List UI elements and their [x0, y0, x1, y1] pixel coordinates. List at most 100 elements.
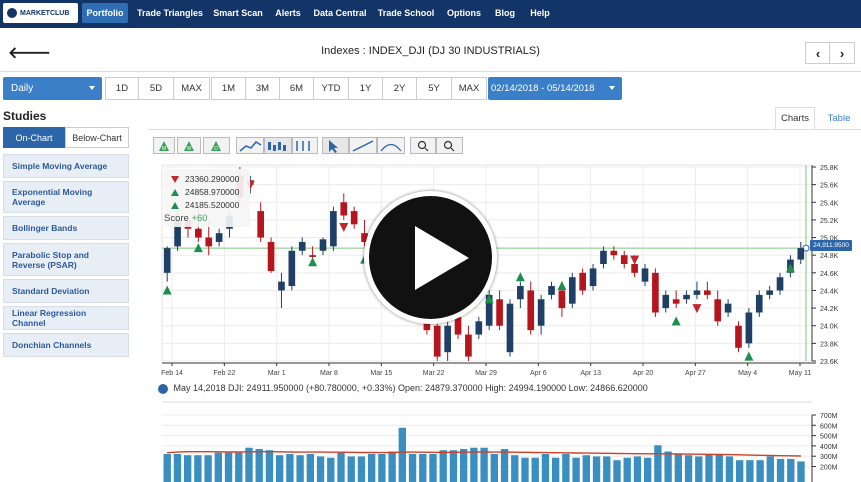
volume-bar: [735, 460, 744, 482]
volume-bar: [194, 455, 202, 482]
price-tick-label: 25.2K: [820, 218, 839, 225]
volume-bar: [459, 448, 468, 482]
candle-body: [735, 325, 742, 348]
candle-body: [506, 303, 514, 353]
x-tick-label: Feb 22: [213, 370, 235, 377]
volume-bar: [603, 456, 611, 482]
x-tick-label: May 4: [738, 370, 757, 377]
candle-body: [433, 325, 441, 357]
volume-bar: [224, 452, 233, 482]
candle-body: [298, 241, 306, 251]
legend-daily: 24185.520000: [171, 200, 239, 210]
candle-body: [641, 268, 649, 282]
trendline-glyph: [352, 140, 374, 152]
candle-body: [350, 211, 358, 225]
volume-tick-label: 400M: [820, 444, 838, 451]
volume-bar: [337, 452, 345, 482]
price-tick-label: 25.8K: [820, 165, 839, 172]
volume-bar: [449, 450, 458, 482]
triangle-glyph-letter: M: [162, 146, 166, 152]
candle-body: [309, 255, 316, 257]
volume-bar: [470, 447, 478, 482]
x-tick-label: Apr 27: [685, 370, 706, 377]
volume-bar: [766, 456, 775, 482]
candle-body: [610, 250, 618, 256]
candle-body: [600, 250, 607, 264]
candle-body: [693, 290, 701, 295]
volume-bar: [521, 457, 529, 482]
volume-bar: [776, 458, 785, 482]
volume-bar: [592, 456, 601, 482]
candle-glyph: [278, 142, 281, 150]
volume-tick-label: 500M: [820, 434, 838, 441]
candle-body: [662, 294, 670, 309]
price-tick-label: 24.8K: [820, 253, 839, 260]
candle-body: [558, 290, 566, 309]
volume-bar: [725, 456, 734, 482]
volume-bar: [265, 450, 274, 482]
volume-bar: [163, 453, 171, 482]
volume-bar: [643, 457, 652, 482]
volume-tick-label: 200M: [820, 465, 838, 472]
volume-bar: [541, 453, 550, 482]
score-value: +60: [191, 213, 208, 224]
candle-body: [319, 239, 327, 251]
x-tick-label: Mar 1: [268, 370, 286, 377]
volume-bar: [480, 447, 488, 482]
legend-daily-value: 24185.520000: [185, 200, 240, 210]
legend-monthly-value: 23360.290000: [185, 174, 240, 184]
candle-body: [475, 321, 483, 335]
candle-body: [797, 248, 805, 260]
volume-bar: [357, 456, 366, 482]
volume-bar: [705, 453, 713, 482]
legend-monthly: 23360.290000: [171, 174, 239, 184]
volume-bar: [490, 453, 499, 482]
toolbar-glyphs: MWD: [159, 140, 455, 153]
volume-bar: [531, 457, 539, 482]
trade-score: Score +60: [164, 213, 208, 224]
candle-body: [454, 316, 462, 335]
price-tick-label: 24.6K: [820, 271, 839, 278]
x-tick-label: Mar 15: [370, 370, 392, 377]
volume-bar: [367, 453, 376, 482]
candle-body: [548, 286, 555, 295]
price-tick-label: 23.6K: [820, 359, 839, 366]
candle-body: [579, 272, 587, 291]
x-tick-label: Mar 29: [475, 370, 497, 377]
volume-bar: [551, 457, 560, 482]
volume-bar: [306, 453, 315, 482]
volume-bar: [674, 453, 683, 482]
candle-body: [496, 299, 503, 326]
zoom-out-glyph: [450, 147, 455, 152]
candle-body: [755, 294, 763, 313]
volume-bar: [511, 455, 519, 482]
volume-bar: [419, 453, 427, 482]
zoom-in-glyph: [424, 147, 429, 152]
candle-body: [620, 255, 628, 264]
volume-bar: [388, 451, 396, 482]
candle-body: [776, 277, 784, 291]
pointer-glyph: [329, 140, 338, 153]
candle-body: [195, 228, 202, 238]
candle-body: [703, 290, 711, 295]
candle-body: [724, 303, 732, 313]
x-tick-label: May 11: [789, 370, 812, 377]
volume-chart: 700M 600M 500M 400M 300M 200M: [162, 401, 838, 482]
volume-bar: [613, 460, 621, 482]
candle-body: [766, 290, 773, 295]
volume-bar: [756, 460, 764, 482]
volume-bar: [429, 453, 437, 482]
volume-bar: [695, 456, 703, 482]
green-up-triangle-icon: [171, 201, 179, 209]
candle-body: [672, 299, 680, 304]
candle-body: [527, 290, 535, 331]
video-play-button[interactable]: [364, 191, 497, 324]
candle-body: [205, 237, 213, 247]
volume-bar: [582, 455, 591, 482]
x-tick-label: Apr 6: [530, 370, 547, 377]
volume-bar: [408, 453, 417, 482]
candle-body: [267, 241, 275, 272]
price-tick-label: 24.2K: [820, 306, 839, 313]
green-up-triangle-icon: [171, 188, 179, 196]
candle-body: [714, 299, 722, 322]
